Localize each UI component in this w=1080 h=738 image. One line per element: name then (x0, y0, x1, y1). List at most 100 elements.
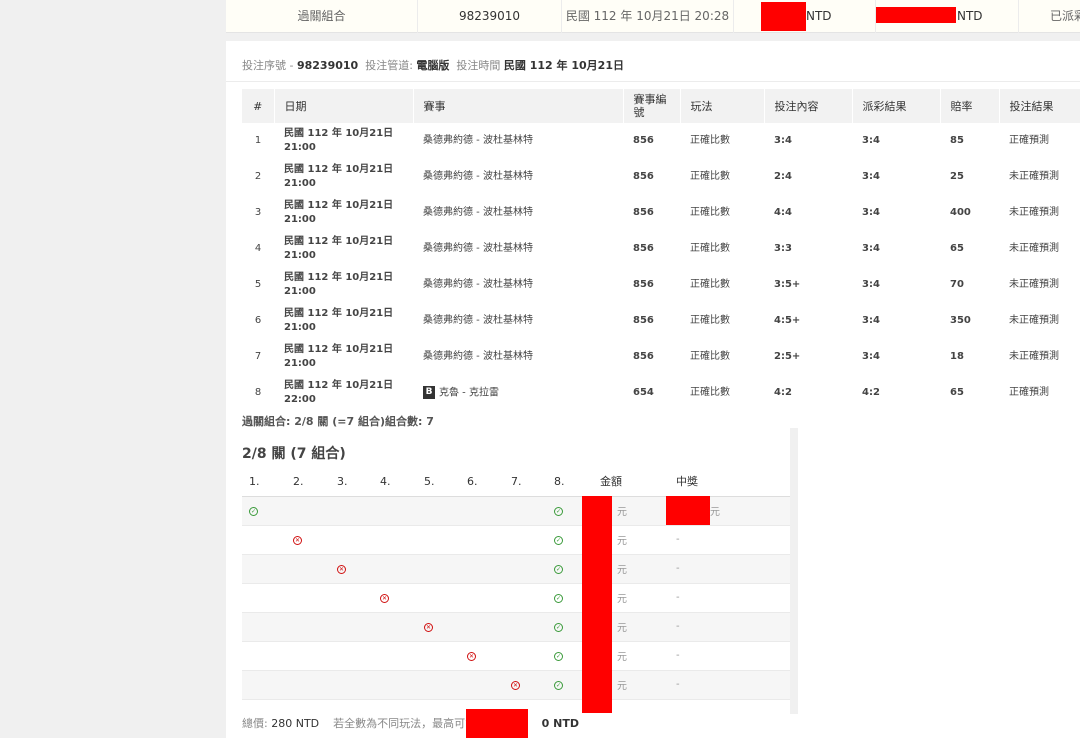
win-currency: 元 (710, 507, 720, 518)
combo-header-row: 1. 2. 3. 4. 5. 6. 7. 8. 金額 中獎 (242, 467, 790, 497)
table-row: 4 民國 112 年 10月21日 21:00 桑德弗約德 - 波杜基林特 856 正確比… (242, 231, 1080, 267)
check-circle-icon: ✓ (554, 594, 563, 603)
row-odds: 25 (950, 171, 964, 182)
row-event: 桑德弗約德 - 波杜基林特 (423, 135, 533, 146)
row-event: 桑德弗約德 - 波杜基林特 (423, 315, 533, 326)
row-result: 4:2 (862, 387, 880, 398)
combo-col-header: 2. (286, 467, 330, 497)
row-result: 3:4 (862, 171, 880, 182)
amount-currency: 元 (617, 507, 627, 518)
time-value: 民國 112 年 10月21日 (503, 59, 624, 72)
ticket-summary-row[interactable]: 過關組合 98239010 民國 112 年 10月21日 20:28 NTD … (226, 0, 1080, 33)
combo-col-header: 7. (504, 467, 547, 497)
row-date: 民國 112 年 10月21日 (284, 272, 394, 283)
check-circle-icon: ✓ (249, 507, 258, 516)
row-event: 桑德弗約德 - 波杜基林特 (423, 207, 533, 218)
row-play: 正確比數 (690, 171, 730, 182)
combo-row: ✕ ✓ 元 - (242, 670, 790, 700)
payout-cell: NTD (876, 0, 1019, 33)
row-play: 正確比數 (690, 279, 730, 290)
row-time: 21:00 (284, 250, 316, 261)
table-row: 8 民國 112 年 10月21日 22:00 B 克魯 - 克拉雷 654 正確比數 4:2… (242, 375, 1080, 411)
col-header: 日期 (274, 89, 414, 123)
row-selection: 4:2 (774, 387, 792, 398)
ticket-footer: 總價: 280 NTD 若全數為不同玩法，最高可能 0 NTD (242, 715, 579, 731)
row-odds: 65 (950, 387, 964, 398)
channel-label: 投注管道: (365, 59, 413, 72)
row-odds: 70 (950, 279, 964, 290)
row-event: 桑德弗約德 - 波杜基林特 (423, 243, 533, 254)
row-outcome: 未正確預測 (1009, 207, 1059, 218)
row-number: 5 (254, 279, 262, 290)
cross-circle-icon: ✕ (380, 594, 389, 603)
col-header: 投注結果 (999, 89, 1080, 123)
redacted-amounts (582, 496, 612, 713)
row-odds: 18 (950, 351, 964, 362)
row-event-no: 654 (633, 387, 654, 398)
ticket-time: 民國 112 年 10月21日 20:28 (565, 9, 730, 23)
win-dash: - (676, 679, 680, 690)
cross-circle-icon: ✕ (337, 565, 346, 574)
row-selection: 2:5+ (774, 351, 801, 362)
amount-currency: 元 (617, 623, 627, 634)
col-header: 投注內容 (764, 89, 853, 123)
row-number: 6 (254, 315, 262, 326)
row-number: 7 (254, 351, 262, 362)
channel-value: 電腦版 (416, 59, 450, 72)
row-outcome: 未正確預測 (1009, 315, 1059, 326)
row-date: 民國 112 年 10月21日 (284, 344, 394, 355)
combo-col-header: 6. (460, 467, 504, 497)
win-dash: - (676, 621, 680, 632)
divider (226, 81, 1080, 82)
check-circle-icon: ✓ (554, 507, 563, 516)
row-selection: 4:5+ (774, 315, 801, 326)
col-header: 賠率 (940, 89, 1000, 123)
total-label: 總價: (242, 717, 268, 730)
row-time: 21:00 (284, 358, 316, 369)
row-result: 3:4 (862, 351, 880, 362)
row-outcome: 未正確預測 (1009, 351, 1059, 362)
footer-note: 若全數為不同玩法，最高可能 (333, 717, 477, 730)
seq-value: 98239010 (296, 59, 359, 72)
combo-row: ✕ ✓ 元 - (242, 554, 790, 584)
row-number: 8 (254, 387, 262, 398)
row-number: 2 (254, 171, 262, 182)
table-row: 7 民國 112 年 10月21日 21:00 桑德弗約德 - 波杜基林特 856 正確比… (242, 339, 1080, 375)
row-date: 民國 112 年 10月21日 (284, 380, 394, 391)
row-date: 民國 112 年 10月21日 (284, 308, 394, 319)
bet-type-cell: 過關組合 (226, 0, 418, 33)
check-circle-icon: ✓ (554, 623, 563, 632)
row-event-no: 856 (633, 351, 654, 362)
time-label: 投注時間 (456, 59, 501, 72)
row-event-no: 856 (633, 171, 654, 182)
row-date: 民國 112 年 10月21日 (284, 128, 394, 139)
basketball-badge-icon: B (423, 385, 435, 399)
col-header: 賽事 (413, 89, 624, 123)
combo-col-header: 8. (547, 467, 587, 497)
row-time: 21:00 (284, 214, 316, 225)
check-circle-icon: ✓ (554, 565, 563, 574)
row-selection: 2:4 (774, 171, 792, 182)
combo-col-header: 中獎 (664, 467, 790, 497)
win-dash: - (676, 563, 680, 574)
row-selection: 3:3 (774, 243, 792, 254)
row-time: 21:00 (284, 178, 316, 189)
cross-circle-icon: ✕ (293, 536, 302, 545)
row-odds: 65 (950, 243, 964, 254)
total-value: 280 NTD (271, 717, 320, 730)
amount-currency: 元 (617, 681, 627, 692)
win-dash: - (676, 650, 680, 661)
table-row: 1 民國 112 年 10月21日 21:00 桑德弗約德 - 波杜基林特 856 正確比… (242, 123, 1080, 159)
check-circle-icon: ✓ (554, 652, 563, 661)
row-date: 民國 112 年 10月21日 (284, 164, 394, 175)
ticket-time-cell: 民國 112 年 10月21日 20:28 (562, 0, 734, 33)
row-play: 正確比數 (690, 351, 730, 362)
left-background (0, 0, 226, 738)
row-event-no: 856 (633, 243, 654, 254)
row-result: 3:4 (862, 207, 880, 218)
col-header: 派彩結果 (852, 89, 941, 123)
row-play: 正確比數 (690, 387, 730, 398)
row-play: 正確比數 (690, 315, 730, 326)
row-event-no: 856 (633, 279, 654, 290)
combo-col-header: 3. (330, 467, 373, 497)
